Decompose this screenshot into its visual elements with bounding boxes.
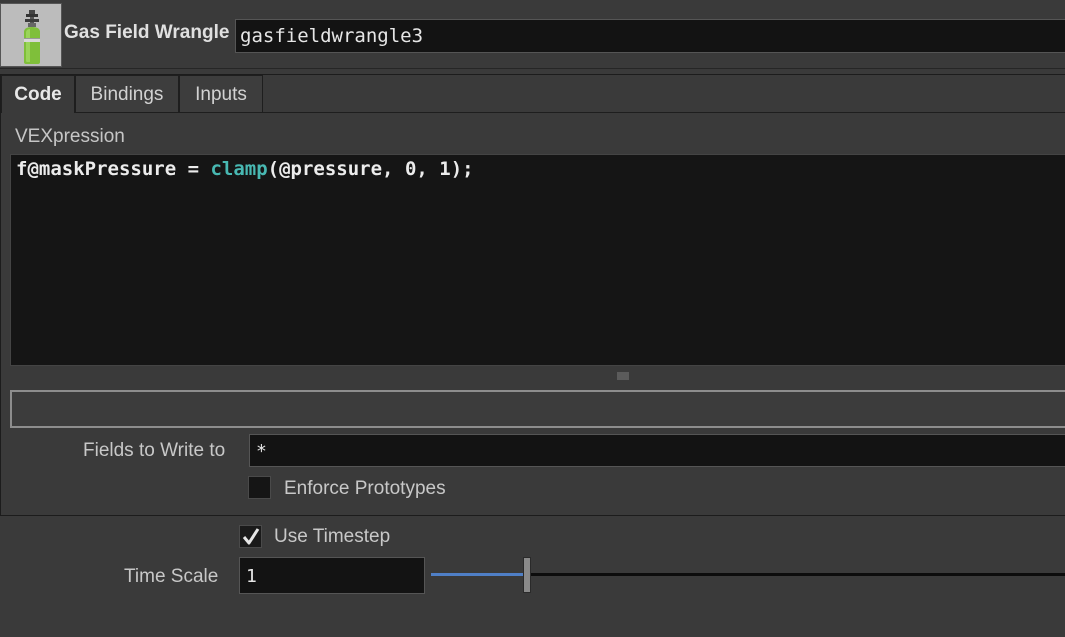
tab-inputs[interactable]: Inputs <box>179 75 263 113</box>
code-error-field <box>10 390 1065 428</box>
tab-bar: Code Bindings Inputs <box>1 75 1065 113</box>
enforce-prototypes-label: Enforce Prototypes <box>284 478 446 499</box>
use-timestep-checkbox[interactable] <box>239 525 262 548</box>
use-timestep-label: Use Timestep <box>274 526 391 547</box>
node-name-input[interactable]: gasfieldwrangle3 <box>235 19 1065 53</box>
fields-to-write-label: Fields to Write to <box>83 440 226 461</box>
node-type-label: Gas Field Wrangle <box>64 22 230 43</box>
enforce-prototypes-checkbox[interactable] <box>248 476 271 499</box>
grip-icon[interactable] <box>617 372 629 380</box>
vex-code-editor[interactable]: f@maskPressure = clamp(@pressure, 0, 1); <box>10 154 1065 366</box>
parameter-pane: Gas Field Wrangle gasfieldwrangle3 Code … <box>0 0 1065 637</box>
code-text: f@maskPressure = <box>16 158 211 180</box>
code-args: (@pressure, 0, 1); <box>267 158 474 180</box>
tab-divider <box>263 112 1065 113</box>
fields-to-write-input[interactable]: * <box>249 434 1065 467</box>
code-function: clamp <box>210 158 268 180</box>
editor-resize-handle[interactable] <box>10 367 1065 379</box>
time-scale-input[interactable]: 1 <box>239 557 425 594</box>
time-scale-label: Time Scale <box>124 566 219 587</box>
time-scale-slider-fill <box>431 573 527 576</box>
time-scale-slider-handle[interactable] <box>523 557 531 593</box>
node-header: Gas Field Wrangle gasfieldwrangle3 <box>0 0 1065 69</box>
checkmark-icon <box>242 528 260 545</box>
tab-panel: Code Bindings Inputs VEXpression f@maskP… <box>0 74 1065 516</box>
tab-code[interactable]: Code <box>1 75 75 113</box>
vexpression-label: VEXpression <box>15 126 125 147</box>
gas-cylinder-icon <box>0 3 62 67</box>
tab-bindings[interactable]: Bindings <box>75 75 179 113</box>
